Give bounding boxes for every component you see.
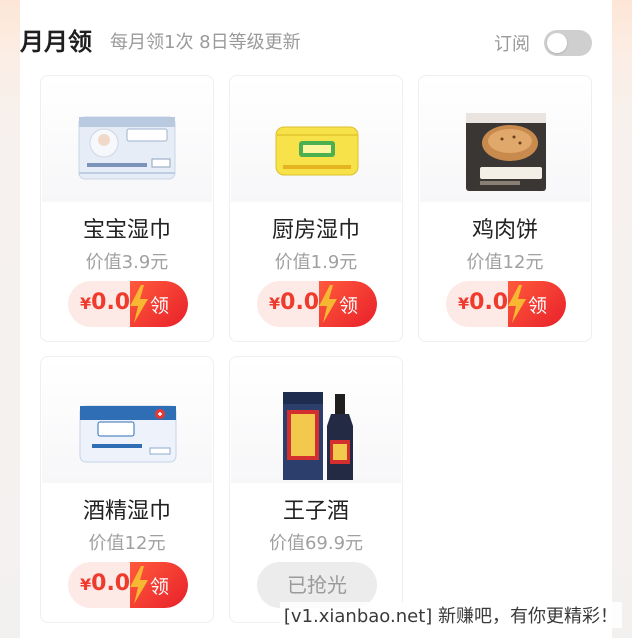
product-name: 王子酒 xyxy=(282,499,349,524)
section-header: 月月领 每月领1次 8日等级更新 订阅 xyxy=(20,18,592,62)
lightning-icon xyxy=(508,285,526,323)
product-value: 价值69.9元 xyxy=(268,533,364,554)
baby-wipes-product-icon xyxy=(78,116,176,180)
product-image-area xyxy=(231,358,401,483)
product-card[interactable]: 厨房湿巾 价值1.9元 ¥0.01 领 xyxy=(229,75,403,342)
product-value: 价值1.9元 xyxy=(274,252,358,273)
product-name: 鸡肉饼 xyxy=(471,218,538,243)
claim-button[interactable]: ¥0.01 领 xyxy=(257,281,377,327)
lightning-icon xyxy=(319,285,337,323)
toggle-knob xyxy=(547,33,567,53)
product-card[interactable]: 王子酒 价值69.9元 已抢光 xyxy=(229,356,403,623)
claim-button[interactable]: ¥0.01 领 xyxy=(68,562,188,608)
alcohol-wipes-product-icon xyxy=(79,405,177,463)
product-card[interactable]: 宝宝湿巾 价值3.9元 ¥0.01 领 xyxy=(40,75,214,342)
product-value: 价值3.9元 xyxy=(85,252,169,273)
chicken-pie-product-icon xyxy=(466,113,546,191)
lightning-icon xyxy=(130,285,148,323)
product-value: 价值12元 xyxy=(466,252,544,273)
liquor-bottle-product-icon xyxy=(283,392,353,480)
claim-button[interactable]: ¥0.01 领 xyxy=(68,281,188,327)
kitchen-wipes-product-icon xyxy=(275,126,359,176)
watermark-text: [v1.xianbao.net] 新赚吧，有你更精彩！ xyxy=(279,602,622,628)
product-image-area xyxy=(42,77,212,202)
product-name: 宝宝湿巾 xyxy=(82,218,171,243)
product-image-area xyxy=(42,358,212,483)
product-image-area xyxy=(420,77,590,202)
product-value: 价值12元 xyxy=(88,533,166,554)
product-card[interactable]: 鸡肉饼 价值12元 ¥0.01 领 xyxy=(418,75,592,342)
section-subtitle: 每月领1次 8日等级更新 xyxy=(110,32,301,53)
subscribe-label: 订阅 xyxy=(494,34,530,55)
subscribe-toggle[interactable] xyxy=(544,30,592,56)
claim-button[interactable]: ¥0.01 领 xyxy=(446,281,566,327)
section-title: 月月领 xyxy=(20,28,92,56)
lightning-icon xyxy=(130,566,148,604)
product-card[interactable]: 酒精湿巾 价值12元 ¥0.01 领 xyxy=(40,356,214,623)
product-image-area xyxy=(231,77,401,202)
product-name: 厨房湿巾 xyxy=(271,218,360,243)
product-name: 酒精湿巾 xyxy=(82,499,171,524)
